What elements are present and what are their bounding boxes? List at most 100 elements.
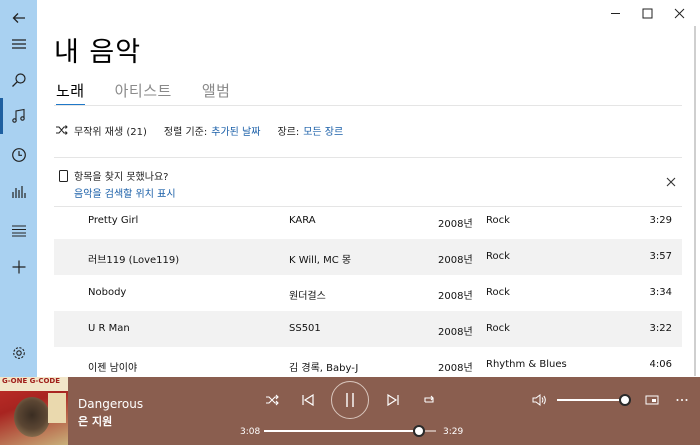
song-year: 2008년 <box>438 291 473 302</box>
volume-thumb[interactable] <box>619 394 631 406</box>
seek-thumb[interactable] <box>412 425 425 437</box>
nav-now-playing[interactable] <box>0 174 37 210</box>
song-row[interactable]: Pretty Girl KARA 2008년 Rock 3:29 <box>54 203 682 239</box>
clock-icon <box>11 148 26 162</box>
sidebar <box>0 0 37 377</box>
song-duration: 3:22 <box>649 323 672 334</box>
next-button[interactable] <box>384 392 402 408</box>
song-year: 2008년 <box>438 255 473 266</box>
song-artist: KARA <box>289 215 316 226</box>
song-genre: Rock <box>486 323 510 334</box>
nav-recent[interactable] <box>0 137 37 173</box>
genre-dropdown[interactable]: 모든 장르 <box>303 123 343 138</box>
tab-albums[interactable]: 앨범 <box>202 80 231 106</box>
song-artist: SS501 <box>289 323 321 334</box>
plus-icon <box>12 260 25 274</box>
song-title: Nobody <box>88 287 127 298</box>
close-icon <box>666 177 676 187</box>
close-window-button[interactable] <box>660 0 698 26</box>
nav-my-music[interactable] <box>0 98 37 134</box>
next-track-icon <box>387 393 399 407</box>
pause-icon <box>346 393 354 407</box>
shuffle-icon <box>266 394 279 406</box>
new-playlist-button[interactable] <box>0 249 37 285</box>
filter-bar: 무작위 재생 (21) 정렬 기준: 추가된 날짜 장르: 모든 장르 <box>56 122 343 138</box>
album-art[interactable]: G-ONE G-CODE <box>0 377 68 445</box>
sort-dropdown[interactable]: 추가된 날짜 <box>211 123 260 138</box>
volume-button[interactable] <box>530 392 548 408</box>
song-genre: Rhythm & Blues <box>486 359 567 370</box>
song-duration: 3:34 <box>649 287 672 298</box>
seek-progress <box>264 430 419 432</box>
song-title: 러브119 (Love119) <box>88 255 180 266</box>
mini-view-button[interactable] <box>643 392 661 408</box>
seek-bar[interactable] <box>264 425 436 437</box>
song-artist: 김 경록, Baby-J <box>289 363 359 374</box>
song-row[interactable]: 러브119 (Love119) K Will, MC 몽 2008년 Rock … <box>54 239 682 275</box>
song-row[interactable]: Nobody 원더걸스 2008년 Rock 3:34 <box>54 275 682 311</box>
mini-player-icon <box>645 395 659 405</box>
menu-button[interactable] <box>0 26 37 62</box>
equalizer-bars-icon <box>11 186 26 198</box>
ellipsis-icon <box>676 399 688 401</box>
music-note-icon <box>11 108 25 123</box>
volume-slider[interactable] <box>557 394 631 406</box>
now-playing-artist[interactable]: 은 지원 <box>78 413 112 429</box>
notice-title-text: 항목을 찾지 못했나요? <box>74 172 169 183</box>
minimize-icon <box>610 12 620 14</box>
more-options-button[interactable] <box>673 392 691 408</box>
sort-label: 정렬 기준: <box>163 126 208 138</box>
tab-songs[interactable]: 노래 <box>56 80 85 106</box>
shuffle-button[interactable] <box>263 392 281 408</box>
search-icon <box>11 73 26 87</box>
song-genre: Rock <box>486 251 510 262</box>
nav-playlists[interactable] <box>0 212 37 248</box>
now-playing-bar: G-ONE G-CODE Dangerous 은 지원 3:08 3:29 <box>0 377 700 445</box>
now-playing-title[interactable]: Dangerous <box>78 397 143 411</box>
tab-artists[interactable]: 아티스트 <box>115 80 172 106</box>
previous-button[interactable] <box>299 392 317 408</box>
song-title: 이젠 남이야 <box>88 363 138 374</box>
song-year: 2008년 <box>438 363 473 374</box>
close-icon <box>674 8 684 18</box>
tab-bar: 노래 아티스트 앨범 <box>56 80 260 106</box>
song-duration: 3:57 <box>649 251 672 262</box>
repeat-button[interactable] <box>420 392 438 408</box>
song-artist: K Will, MC 몽 <box>289 255 352 266</box>
genre-label: 장르: <box>277 126 300 138</box>
shuffle-all-button[interactable]: 무작위 재생 (21) <box>74 123 147 138</box>
hamburger-menu-icon <box>11 39 26 49</box>
search-button[interactable] <box>0 62 37 98</box>
album-art-badge <box>48 393 66 423</box>
total-time: 3:29 <box>443 427 464 437</box>
current-time: 3:08 <box>240 427 261 437</box>
song-row[interactable]: U R Man SS501 2008년 Rock 3:22 <box>54 311 682 347</box>
back-arrow-icon <box>12 13 25 23</box>
song-list: Pretty Girl KARA 2008년 Rock 3:29 러브119 (… <box>54 203 682 383</box>
previous-track-icon <box>302 393 314 407</box>
repeat-icon <box>424 395 434 403</box>
speaker-icon <box>532 394 546 406</box>
song-genre: Rock <box>486 215 510 226</box>
song-year: 2008년 <box>438 219 473 230</box>
settings-button[interactable] <box>0 335 37 371</box>
page-title: 내 음악 <box>54 37 142 68</box>
song-duration: 3:29 <box>649 215 672 226</box>
vertical-scrollbar[interactable] <box>694 26 696 376</box>
playlist-icon <box>11 225 26 237</box>
shuffle-icon <box>56 125 68 135</box>
tabs-divider <box>54 105 682 106</box>
pause-button[interactable] <box>331 381 369 419</box>
dismiss-notice-button[interactable] <box>664 175 678 189</box>
song-title: U R Man <box>88 323 130 334</box>
song-year: 2008년 <box>438 327 473 338</box>
device-icon <box>59 169 68 182</box>
album-art-portrait <box>14 397 50 437</box>
settings-gear-icon <box>12 347 25 359</box>
song-artist: 원더걸스 <box>289 291 326 302</box>
album-art-text: G-ONE G-CODE <box>0 377 68 391</box>
show-search-locations-link[interactable]: 음악을 검색할 위치 표시 <box>74 185 176 200</box>
notice-divider <box>54 157 682 158</box>
song-title: Pretty Girl <box>88 215 139 226</box>
song-genre: Rock <box>486 287 510 298</box>
